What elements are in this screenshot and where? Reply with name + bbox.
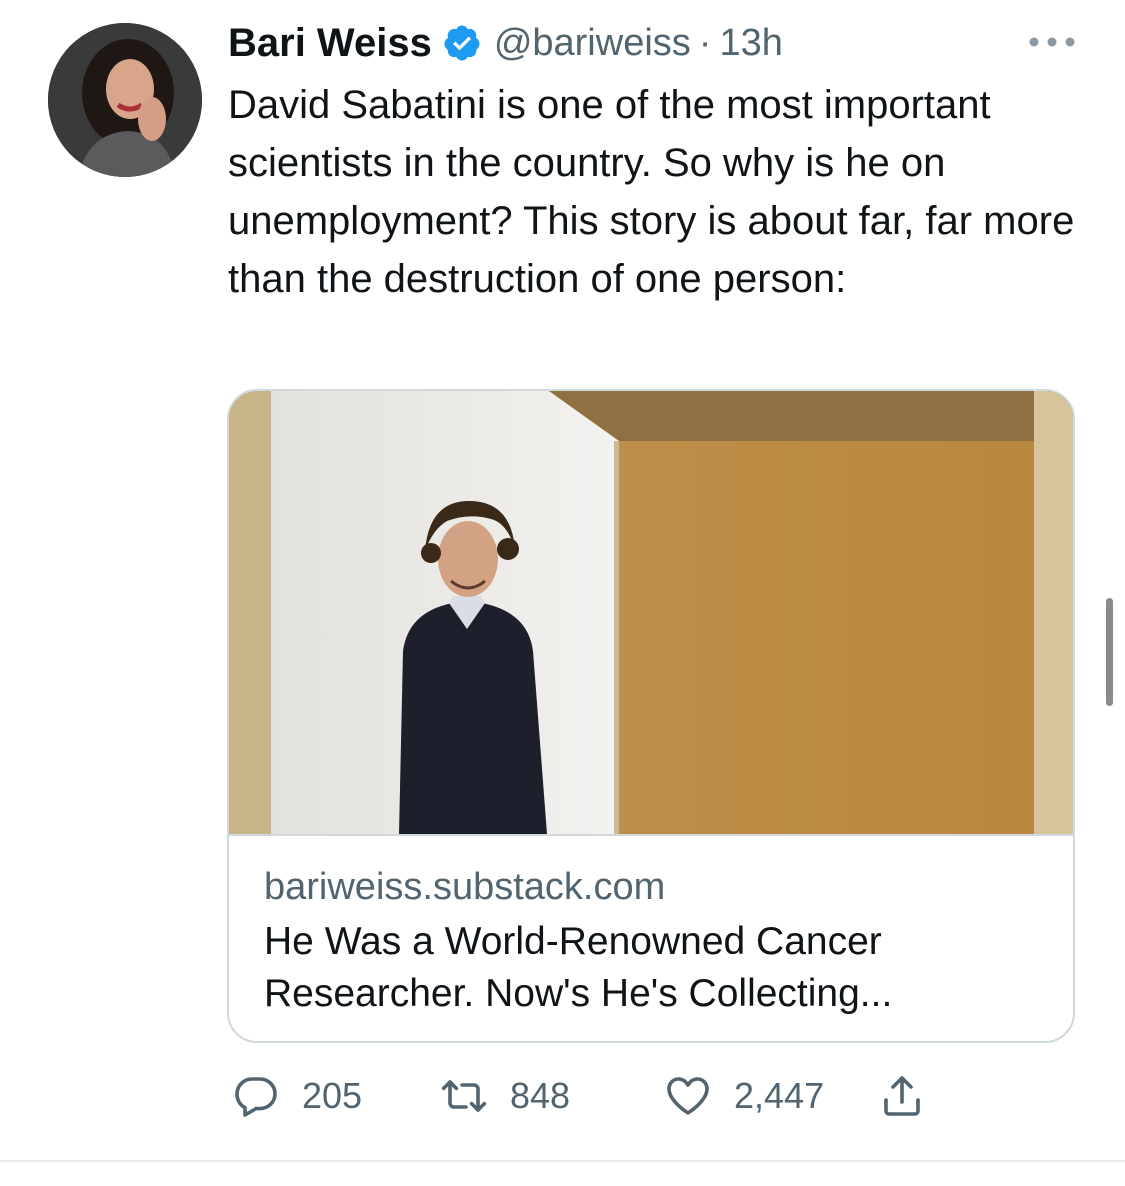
tweet[interactable]: Bari Weiss @bariweiss · 13h David Sabati… bbox=[0, 0, 1125, 1186]
reply-button[interactable]: 205 bbox=[232, 1068, 362, 1124]
link-card-image[interactable] bbox=[229, 391, 1073, 834]
retweet-button[interactable]: 848 bbox=[440, 1068, 570, 1124]
reply-count: 205 bbox=[302, 1075, 363, 1116]
link-card-domain: bariweiss.substack.com bbox=[264, 866, 666, 908]
tweet-divider bbox=[0, 1160, 1125, 1162]
scrollbar[interactable] bbox=[1106, 598, 1113, 706]
retweet-count: 848 bbox=[510, 1075, 571, 1116]
link-card[interactable]: bariweiss.substack.com He Was a World-Re… bbox=[227, 389, 1075, 1043]
reply-icon bbox=[235, 1077, 277, 1117]
author-avatar[interactable] bbox=[48, 23, 202, 177]
heart-icon bbox=[667, 1077, 709, 1115]
avatar-photo bbox=[48, 23, 202, 177]
link-card-info[interactable]: bariweiss.substack.com He Was a World-Re… bbox=[229, 834, 1073, 1015]
share-icon bbox=[884, 1076, 920, 1116]
author-handle[interactable]: @bariweiss bbox=[494, 22, 691, 65]
header-separator: · bbox=[698, 21, 712, 64]
author-name[interactable]: Bari Weiss bbox=[228, 21, 432, 66]
retweet-icon bbox=[441, 1080, 487, 1112]
like-count: 2,447 bbox=[734, 1075, 825, 1116]
link-card-title: He Was a World-Renowned Cancer Researche… bbox=[264, 920, 893, 1015]
tweet-header: Bari Weiss @bariweiss · 13h bbox=[228, 16, 783, 70]
share-button[interactable] bbox=[878, 1068, 926, 1124]
tweet-actions: 205 848 2,447 bbox=[226, 1068, 946, 1124]
tweet-text: David Sabatini is one of the most import… bbox=[228, 83, 1075, 301]
tweet-timestamp[interactable]: 13h bbox=[719, 22, 782, 65]
verified-badge-icon bbox=[444, 25, 480, 61]
card-photo bbox=[229, 391, 1073, 834]
like-button[interactable]: 2,447 bbox=[664, 1068, 824, 1124]
more-options-icon[interactable] bbox=[1026, 32, 1078, 52]
